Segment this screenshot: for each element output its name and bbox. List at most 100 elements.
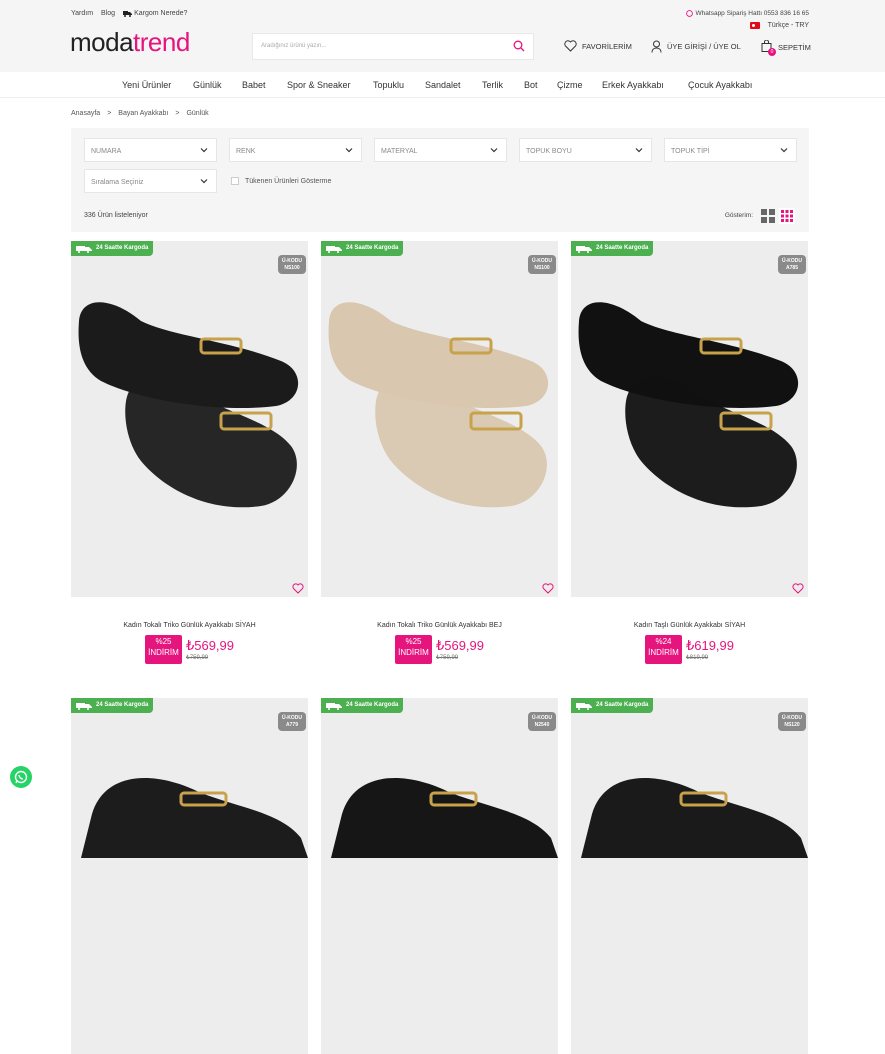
color-select-label: RENK <box>236 148 256 155</box>
product-image <box>81 778 308 858</box>
nav-item-sneaker[interactable]: Spor & Sneaker <box>287 80 351 90</box>
material-select[interactable]: MATERYAL <box>374 138 507 162</box>
cart-link[interactable]: 0 SEPETİM <box>761 39 811 56</box>
nav-item-daily[interactable]: Günlük <box>193 80 222 90</box>
whatsapp-icon <box>14 770 28 784</box>
main-nav: Yeni Ürünler Günlük Babet Spor & Sneaker… <box>0 72 885 98</box>
nav-item-sandals[interactable]: Sandalet <box>425 80 461 90</box>
nav-item-slippers[interactable]: Terlik <box>482 80 503 90</box>
turkey-flag-icon <box>749 22 760 29</box>
product-title[interactable]: Kadın Tokalı Triko Günlük Ayakkabı SİYAH <box>71 622 308 629</box>
nav-item-new[interactable]: Yeni Ürünler <box>122 80 171 90</box>
track-order-label: Kargom Nerede? <box>134 10 188 17</box>
login-link[interactable]: ÜYE GİRİŞİ / ÜYE OL <box>651 40 741 53</box>
material-select-label: MATERYAL <box>381 148 418 155</box>
nav-item-tall-boots[interactable]: Çizme <box>557 80 583 90</box>
shipping-badge-label: 24 Saatte Kargoda <box>596 245 649 251</box>
chevron-down-icon <box>200 148 208 153</box>
product-image-frame[interactable]: 24 Saatte Kargoda Ü-KODU NS100 <box>71 241 308 597</box>
price-row: %25 İNDİRİM ₺569,99 ₺759,99 <box>321 635 558 664</box>
blog-link[interactable]: Blog <box>101 10 115 17</box>
nav-item-kids[interactable]: Çocuk Ayakkabı <box>688 80 752 90</box>
discount-badge: %24 İNDİRİM <box>644 635 682 664</box>
heel-type-select[interactable]: TOPUK TİPİ <box>664 138 797 162</box>
shipping-badge: 24 Saatte Kargoda <box>71 241 154 256</box>
breadcrumb-current[interactable]: Günlük <box>186 110 208 117</box>
chevron-down-icon <box>490 148 498 153</box>
breadcrumb-women-shoes[interactable]: Bayan Ayakkabı <box>118 110 168 117</box>
heart-icon[interactable] <box>792 583 804 594</box>
shipping-badge-label: 24 Saatte Kargoda <box>96 245 149 251</box>
help-link[interactable]: Yardım <box>71 10 93 17</box>
product-image <box>328 302 549 508</box>
shipping-badge: 24 Saatte Kargoda <box>571 698 654 713</box>
color-select[interactable]: RENK <box>229 138 362 162</box>
hide-out-of-stock-toggle[interactable]: Tükenen Ürünleri Gösterme <box>231 177 331 185</box>
code-value: NS100 <box>284 264 300 271</box>
truck-icon <box>76 703 92 710</box>
heel-type-select-label: TOPUK TİPİ <box>671 148 710 155</box>
product-image-frame[interactable]: 24 Saatte Kargoda Ü-KODU A785 <box>571 241 808 597</box>
breadcrumb-sep: > <box>175 110 180 117</box>
price-row: %25 İNDİRİM ₺569,99 ₺759,99 <box>71 635 308 664</box>
grid-large-icon[interactable] <box>761 209 775 223</box>
product-image-frame[interactable]: 24 Saatte Kargoda Ü-KODU NS120 <box>571 698 808 1054</box>
sort-select[interactable]: Sıralama Seçiniz <box>84 169 217 193</box>
old-price: ₺819,99 <box>685 655 709 661</box>
product-image <box>578 302 799 508</box>
favorites-link[interactable]: FAVORİLERİM <box>564 40 632 52</box>
heel-height-select-label: TOPUK BOYU <box>526 148 572 155</box>
user-icon <box>651 40 662 53</box>
logo[interactable]: modatrend <box>70 29 190 55</box>
track-order-link[interactable]: Kargom Nerede? <box>123 10 187 17</box>
heart-icon <box>564 40 577 52</box>
search-icon[interactable] <box>513 40 525 52</box>
code-label: Ü-KODU <box>782 258 802 264</box>
top-links: Yardım Blog Kargom Nerede? <box>71 10 187 17</box>
shipping-badge: 24 Saatte Kargoda <box>321 241 404 256</box>
discount-badge: %25 İNDİRİM <box>394 635 432 664</box>
chevron-down-icon <box>780 148 788 153</box>
code-label: Ü-KODU <box>532 715 552 721</box>
whatsapp-chat-button[interactable] <box>10 766 32 788</box>
nav-item-flats[interactable]: Babet <box>242 80 266 90</box>
code-label: Ü-KODU <box>282 715 302 721</box>
code-value: NS100 <box>534 264 550 271</box>
breadcrumb-sep: > <box>107 110 112 117</box>
search-input[interactable]: Aradığınız ürünü yazın... <box>252 33 534 60</box>
truck-icon <box>326 246 342 253</box>
shipping-badge: 24 Saatte Kargoda <box>571 241 654 256</box>
whatsapp-small-icon <box>685 10 693 17</box>
current-price: ₺569,99 <box>435 638 485 653</box>
current-price: ₺619,99 <box>685 638 735 653</box>
cart-label: SEPETİM <box>778 42 811 52</box>
heart-icon[interactable] <box>542 583 554 594</box>
product-code-badge: Ü-KODU NS120 <box>778 712 806 731</box>
nav-item-heels[interactable]: Topuklu <box>373 80 404 90</box>
discount-percent: %24 <box>655 637 672 646</box>
breadcrumb-home[interactable]: Anasayfa <box>71 110 100 117</box>
product-image <box>331 778 558 858</box>
product-image-frame[interactable]: 24 Saatte Kargoda Ü-KODU N2540 <box>321 698 558 1054</box>
nav-item-men[interactable]: Erkek Ayakkabı <box>602 80 664 90</box>
logo-text-dark: moda <box>70 27 134 57</box>
discount-badge: %25 İNDİRİM <box>144 635 182 664</box>
nav-item-boots[interactable]: Bot <box>524 80 538 90</box>
heel-height-select[interactable]: TOPUK BOYU <box>519 138 652 162</box>
code-label: Ü-KODU <box>282 258 302 264</box>
checkbox[interactable] <box>231 177 239 185</box>
heart-icon[interactable] <box>292 583 304 594</box>
product-title[interactable]: Kadın Taşlı Günlük Ayakkabı SİYAH <box>571 622 808 629</box>
view-label: Gösterim: <box>724 212 753 219</box>
product-title[interactable]: Kadın Tokalı Triko Günlük Ayakkabı BEJ <box>321 622 558 629</box>
whatsapp-text: Whatsapp Sipariş Hattı 0553 836 16 65 <box>695 10 809 17</box>
product-image-frame[interactable]: 24 Saatte Kargoda Ü-KODU A779 <box>71 698 308 1054</box>
size-select[interactable]: NUMARA <box>84 138 217 162</box>
grid-small-view-button[interactable] <box>779 208 795 224</box>
code-value: A779 <box>286 721 298 728</box>
truck-icon <box>326 703 342 710</box>
breadcrumb: Anasayfa > Bayan Ayakkabı > Günlük <box>71 110 209 117</box>
whatsapp-line[interactable]: Whatsapp Sipariş Hattı 0553 836 16 65 <box>685 10 809 17</box>
product-image-frame[interactable]: 24 Saatte Kargoda Ü-KODU NS100 <box>321 241 558 597</box>
language-selector[interactable]: Türkçe - TRY <box>749 22 809 29</box>
